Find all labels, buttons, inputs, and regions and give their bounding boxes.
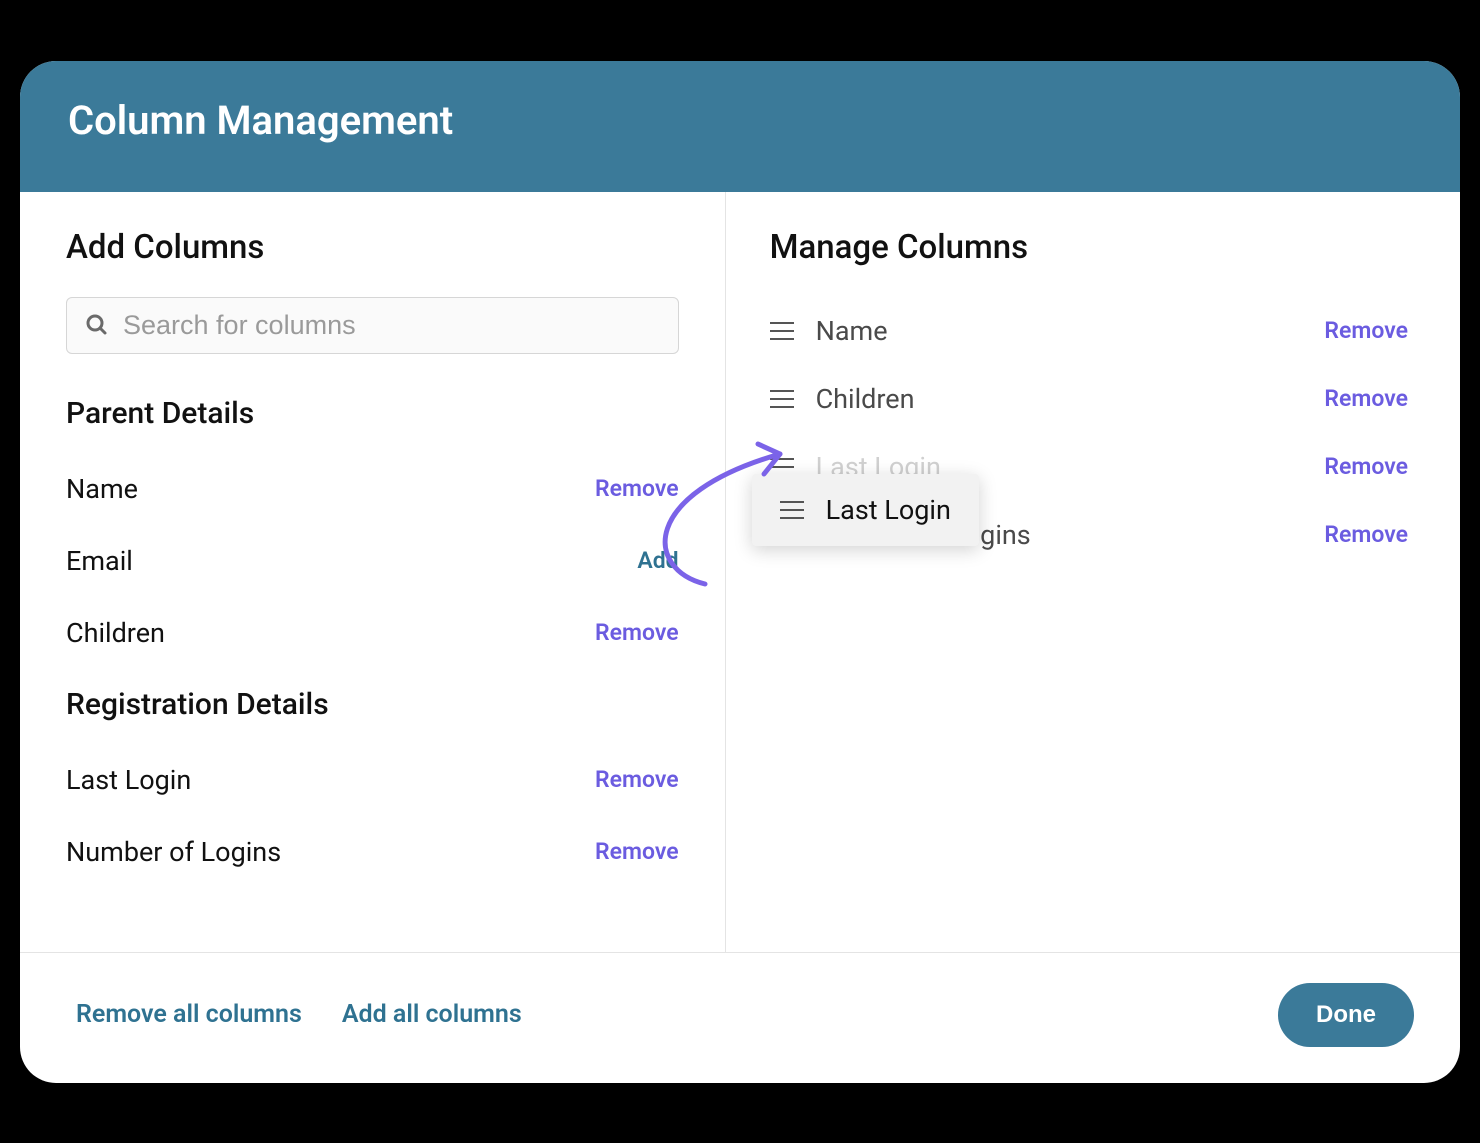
- group-registration-details-title: Registration Details: [66, 687, 679, 722]
- remove-link[interactable]: Remove: [1324, 453, 1408, 480]
- done-button[interactable]: Done: [1278, 983, 1414, 1047]
- modal-body: Add Columns Parent Details Name Remove E…: [20, 192, 1460, 952]
- remove-link-children[interactable]: Remove: [595, 619, 679, 646]
- add-columns-title: Add Columns: [66, 228, 679, 267]
- remove-all-columns-link[interactable]: Remove all columns: [76, 1000, 302, 1029]
- column-label: Children: [66, 617, 165, 649]
- column-label: Name: [66, 473, 138, 505]
- manage-row-name[interactable]: Name Remove: [770, 297, 1408, 365]
- dragging-row[interactable]: Last Login: [752, 474, 979, 546]
- modal-footer: Remove all columns Add all columns Done: [20, 952, 1460, 1083]
- column-management-modal: Column Management Add Columns Parent Det…: [20, 61, 1460, 1083]
- add-link-email[interactable]: Add: [637, 547, 678, 574]
- remove-link[interactable]: Remove: [1324, 521, 1408, 548]
- remove-link[interactable]: Remove: [1324, 385, 1408, 412]
- footer-actions-left: Remove all columns Add all columns: [76, 1000, 522, 1029]
- column-label: Last Login: [66, 764, 191, 796]
- drag-handle-icon[interactable]: [770, 458, 794, 476]
- search-field-wrap[interactable]: [66, 297, 679, 354]
- manage-row-children[interactable]: Children Remove: [770, 365, 1408, 433]
- add-row-last-login: Last Login Remove: [66, 750, 679, 810]
- remove-link-number-of-logins[interactable]: Remove: [595, 838, 679, 865]
- modal-header: Column Management: [20, 61, 1460, 192]
- modal-title: Column Management: [68, 97, 453, 144]
- column-label: Email: [66, 545, 133, 577]
- drag-handle-icon[interactable]: [770, 390, 794, 408]
- add-all-columns-link[interactable]: Add all columns: [342, 1000, 522, 1029]
- search-icon: [85, 313, 109, 337]
- drag-handle-icon[interactable]: [770, 322, 794, 340]
- manage-label: Name: [816, 315, 888, 347]
- column-label: Number of Logins: [66, 836, 281, 868]
- remove-link-name[interactable]: Remove: [595, 475, 679, 502]
- drag-handle-icon[interactable]: [780, 501, 804, 519]
- manage-columns-panel: Manage Columns Name Remove Children Remo…: [726, 192, 1460, 952]
- add-columns-panel: Add Columns Parent Details Name Remove E…: [20, 192, 726, 952]
- add-row-name: Name Remove: [66, 459, 679, 519]
- remove-link[interactable]: Remove: [1324, 317, 1408, 344]
- add-row-children: Children Remove: [66, 603, 679, 663]
- search-input[interactable]: [123, 310, 660, 341]
- remove-link-last-login[interactable]: Remove: [595, 766, 679, 793]
- manage-label: Children: [816, 383, 915, 415]
- add-row-number-of-logins: Number of Logins Remove: [66, 822, 679, 882]
- dragging-label: Last Login: [826, 494, 951, 526]
- group-parent-details-title: Parent Details: [66, 396, 679, 431]
- manage-columns-title: Manage Columns: [770, 228, 1408, 267]
- add-row-email: Email Add: [66, 531, 679, 591]
